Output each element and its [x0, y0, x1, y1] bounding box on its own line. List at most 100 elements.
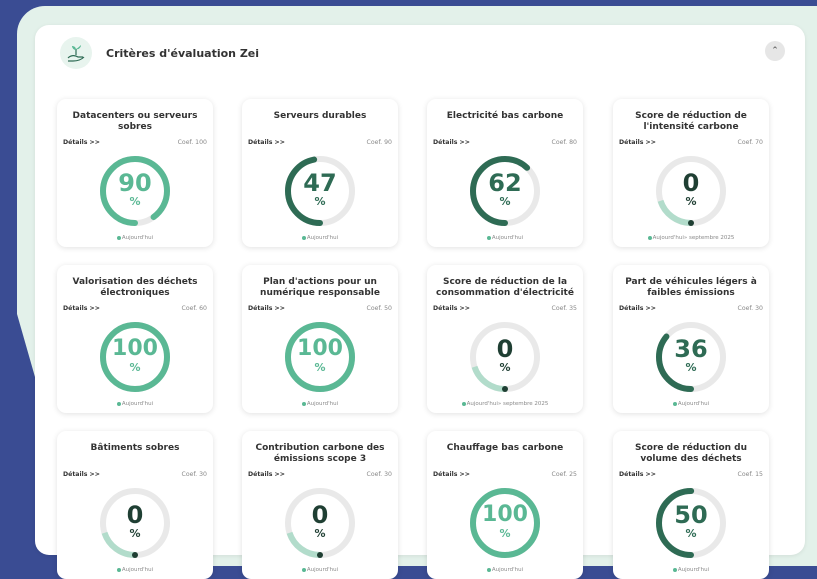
criteria-card[interactable]: Part de véhicules légers à faibles émiss… [613, 265, 769, 413]
date-legend: Aujourd'hui [613, 401, 769, 407]
criteria-card[interactable]: Serveurs durables Détails >> Coef. 90 47% Au… [242, 99, 398, 247]
card-title: Serveurs durables [273, 111, 367, 121]
criteria-card[interactable]: Score de réduction du volume des déchets… [613, 431, 769, 579]
gauge-unit: % [129, 527, 141, 540]
evaluation-criteria-panel: Critères d'évaluation Zei ⌃ Datacenters … [35, 25, 805, 579]
details-link[interactable]: Détails >> [619, 305, 656, 312]
plant-in-hand-icon [60, 37, 92, 69]
date-legend: Aujourd'hui [57, 401, 213, 407]
card-title: Part de véhicules légers à faibles émiss… [625, 277, 757, 298]
details-link[interactable]: Détails >> [63, 139, 100, 146]
date-label: Aujourd'hui [677, 401, 710, 407]
gauge-value: 50 [674, 501, 708, 529]
date-legend: Aujourd'hui [613, 567, 769, 573]
card-title: Score de réduction de l'intensité carbon… [635, 111, 747, 132]
legend-dot-icon [461, 401, 466, 406]
progress-gauge: 0% [98, 486, 172, 560]
date-legend: Aujourd'hui [242, 401, 398, 407]
gauge-value: 36 [674, 335, 708, 363]
details-link[interactable]: Détails >> [433, 471, 470, 478]
gauge-value: 47 [303, 169, 337, 197]
date-label: Aujourd'hui [306, 401, 339, 407]
coefficient-label: Coef. 90 [366, 139, 392, 146]
gauge-unit: % [499, 527, 511, 540]
legend-dot-icon [116, 401, 121, 406]
progress-gauge: 0% [654, 154, 728, 228]
date-legend: Aujourd'hui» septembre 2025 [427, 401, 583, 407]
details-link[interactable]: Détails >> [433, 139, 470, 146]
date-label: Aujourd'hui» septembre 2025 [466, 401, 549, 407]
legend-dot-icon [301, 567, 306, 572]
legend-dot-icon [116, 567, 121, 572]
progress-gauge: 47% [283, 154, 357, 228]
panel-header: Critères d'évaluation Zei [60, 35, 259, 71]
criteria-card[interactable]: Valorisation des déchets électroniques Dé… [57, 265, 213, 413]
gauge-start-dot [688, 220, 694, 226]
date-label: Aujourd'hui [306, 235, 339, 241]
card-title: Electricité bas carbone [446, 111, 564, 121]
criteria-card[interactable]: Score de réduction de l'intensité carbon… [613, 99, 769, 247]
legend-dot-icon [486, 235, 491, 240]
coefficient-label: Coef. 70 [737, 139, 763, 146]
card-title: Plan d'actions pour un numérique respons… [260, 277, 380, 298]
date-label: Aujourd'hui [677, 567, 710, 573]
criteria-card[interactable]: Datacenters ou serveurs sobres Détails >>… [57, 99, 213, 247]
gauge-unit: % [499, 361, 511, 374]
criteria-card[interactable]: Plan d'actions pour un numérique respons… [242, 265, 398, 413]
details-link[interactable]: Détails >> [63, 305, 100, 312]
criteria-card[interactable]: Chauffage bas carbone Détails >> Coef. 25 1… [427, 431, 583, 579]
criteria-card[interactable]: Contribution carbone des émissions scope… [242, 431, 398, 579]
coefficient-label: Coef. 100 [177, 139, 207, 146]
details-link[interactable]: Détails >> [248, 139, 285, 146]
date-legend: Aujourd'hui [57, 235, 213, 241]
date-label: Aujourd'hui [121, 235, 154, 241]
panel-title: Critères d'évaluation Zei [106, 46, 260, 60]
legend-dot-icon [672, 567, 677, 572]
coefficient-label: Coef. 30 [181, 471, 207, 478]
details-link[interactable]: Détails >> [619, 139, 656, 146]
collapse-button[interactable]: ⌃ [765, 41, 785, 61]
chevron-up-icon: ⌃ [771, 46, 779, 56]
details-link[interactable]: Détails >> [248, 471, 285, 478]
card-title: Score de réduction de la consommation d'… [436, 277, 574, 298]
date-legend: Aujourd'hui [427, 235, 583, 241]
progress-gauge: 100% [468, 486, 542, 560]
date-label: Aujourd'hui [121, 401, 154, 407]
card-title: Score de réduction du volume des déchets [634, 443, 748, 464]
gauge-value: 90 [118, 169, 152, 197]
coefficient-label: Coef. 80 [551, 139, 577, 146]
date-legend: Aujourd'hui [242, 567, 398, 573]
gauge-unit: % [314, 361, 326, 374]
details-link[interactable]: Détails >> [248, 305, 285, 312]
progress-gauge: 36% [654, 320, 728, 394]
date-label: Aujourd'hui [491, 235, 524, 241]
date-label: Aujourd'hui [491, 567, 524, 573]
progress-gauge: 100% [98, 320, 172, 394]
gauge-unit: % [685, 361, 697, 374]
criteria-card[interactable]: Electricité bas carbone Détails >> Coef. 8… [427, 99, 583, 247]
criteria-card[interactable]: Score de réduction de la consommation d'… [427, 265, 583, 413]
legend-dot-icon [301, 235, 306, 240]
gauge-value: 62 [488, 169, 522, 197]
gauge-unit: % [685, 195, 697, 208]
legend-dot-icon [116, 235, 121, 240]
gauge-unit: % [314, 527, 326, 540]
date-legend: Aujourd'hui» septembre 2025 [613, 235, 769, 241]
details-link[interactable]: Détails >> [433, 305, 470, 312]
gauge-value: 100 [482, 502, 528, 527]
legend-dot-icon [647, 235, 652, 240]
gauge-start-dot [317, 552, 323, 558]
details-link[interactable]: Détails >> [63, 471, 100, 478]
date-legend: Aujourd'hui [427, 567, 583, 573]
date-legend: Aujourd'hui [57, 567, 213, 573]
date-label: Aujourd'hui» septembre 2025 [652, 235, 735, 241]
progress-gauge: 100% [283, 320, 357, 394]
criteria-card[interactable]: Bâtiments sobres Détails >> Coef. 30 0% Aujo… [57, 431, 213, 579]
coefficient-label: Coef. 35 [551, 305, 577, 312]
gauge-start-dot [502, 386, 508, 392]
legend-dot-icon [672, 401, 677, 406]
gauge-value: 100 [297, 336, 343, 361]
coefficient-label: Coef. 30 [366, 471, 392, 478]
gauge-unit: % [129, 361, 141, 374]
details-link[interactable]: Détails >> [619, 471, 656, 478]
